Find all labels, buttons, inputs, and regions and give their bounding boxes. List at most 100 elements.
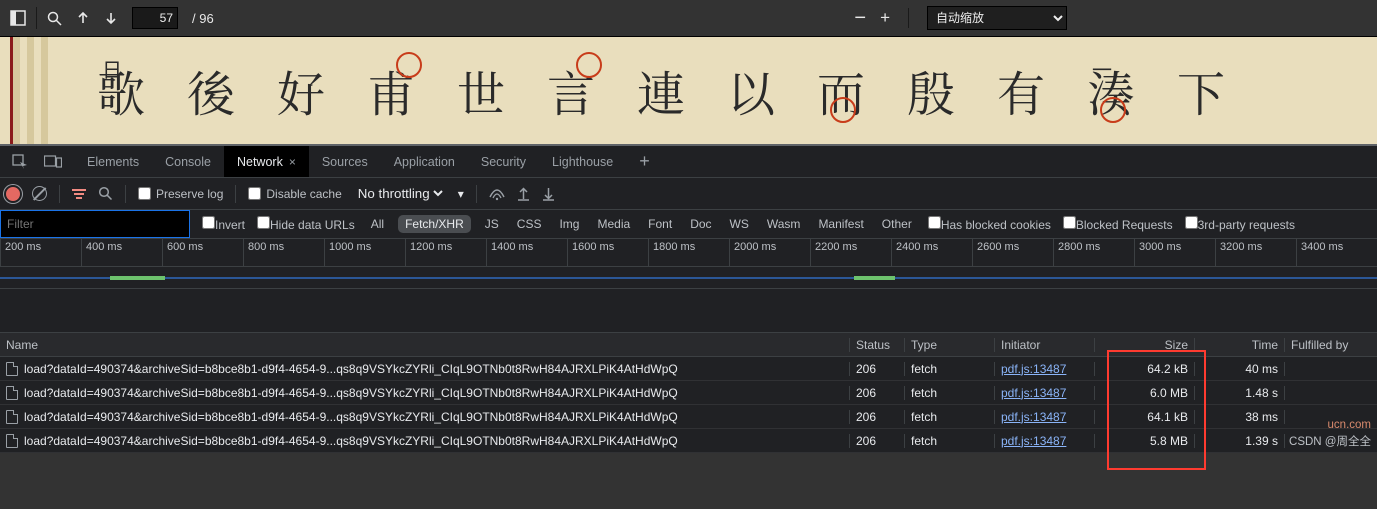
devtools-tabs: ElementsConsoleNetwork×SourcesApplicatio…: [0, 146, 1377, 178]
column-header[interactable]: Time: [1195, 338, 1285, 352]
filter-type-doc[interactable]: Doc: [686, 215, 715, 233]
table-row[interactable]: load?dataId=490374&archiveSid=b8bce8b1-d…: [0, 405, 1377, 429]
column-header[interactable]: Size: [1095, 338, 1195, 352]
tab-network[interactable]: Network×: [224, 146, 309, 177]
initiator-link[interactable]: pdf.js:13487: [1001, 410, 1066, 424]
filter-type-other[interactable]: Other: [878, 215, 916, 233]
network-table: NameStatusTypeInitiatorSizeTimeFulfilled…: [0, 333, 1377, 453]
cell-time: 38 ms: [1195, 410, 1285, 424]
ruler-tick: 600 ms: [162, 239, 243, 266]
tab-application[interactable]: Application: [381, 146, 468, 177]
device-toggle-icon[interactable]: [44, 155, 62, 169]
column-header[interactable]: Type: [905, 338, 995, 352]
filter-type-manifest[interactable]: Manifest: [814, 215, 867, 233]
calligraphy-char: 世: [436, 56, 526, 125]
ruler-tick: 2400 ms: [891, 239, 972, 266]
table-row[interactable]: load?dataId=490374&archiveSid=b8bce8b1-d…: [0, 357, 1377, 381]
prev-page-icon[interactable]: [76, 11, 90, 25]
ruler-tick: 1800 ms: [648, 239, 729, 266]
filter-type-js[interactable]: JS: [481, 215, 503, 233]
close-icon[interactable]: ×: [289, 155, 296, 169]
tab-sources[interactable]: Sources: [309, 146, 381, 177]
document-content[interactable]: 歌日後 好 甫 世 言 連 以 而 殷 有 湊一下: [0, 36, 1377, 144]
cell-type: fetch: [905, 434, 995, 448]
page-total: / 96: [192, 11, 214, 26]
calligraphy-char: 甫: [346, 56, 436, 125]
calligraphy-char: 好: [256, 56, 346, 125]
zoom-out-icon[interactable]: −: [854, 7, 866, 30]
zoom-in-icon[interactable]: +: [880, 8, 890, 28]
ruler-tick: 1600 ms: [567, 239, 648, 266]
parchment-border: [10, 37, 52, 144]
filter-type-fetchxhr[interactable]: Fetch/XHR: [398, 215, 471, 233]
preserve-log-checkbox[interactable]: Preserve log: [138, 187, 223, 201]
tab-elements[interactable]: Elements: [74, 146, 152, 177]
search-icon[interactable]: [47, 11, 62, 26]
clear-button[interactable]: [32, 186, 47, 201]
record-button[interactable]: [6, 187, 20, 201]
request-name: load?dataId=490374&archiveSid=b8bce8b1-d…: [24, 434, 678, 448]
tab-security[interactable]: Security: [468, 146, 539, 177]
sidebar-toggle-icon[interactable]: [10, 10, 26, 26]
cell-time: 40 ms: [1195, 362, 1285, 376]
throttling-select[interactable]: No throttling: [354, 185, 446, 202]
table-row[interactable]: load?dataId=490374&archiveSid=b8bce8b1-d…: [0, 429, 1377, 453]
column-header[interactable]: Status: [850, 338, 905, 352]
initiator-link[interactable]: pdf.js:13487: [1001, 386, 1066, 400]
initiator-link[interactable]: pdf.js:13487: [1001, 434, 1066, 448]
calligraphy-char: 後: [166, 56, 256, 125]
filter-type-wasm[interactable]: Wasm: [763, 215, 805, 233]
column-header[interactable]: Name: [0, 338, 850, 352]
file-icon: [6, 410, 18, 424]
cell-time: 1.39 s: [1195, 434, 1285, 448]
timeline-ruler[interactable]: 200 ms400 ms600 ms800 ms1000 ms1200 ms14…: [0, 239, 1377, 267]
watermark: ucn.com CSDN @周全全: [1289, 419, 1371, 449]
blocked-requests-checkbox[interactable]: Blocked Requests: [1063, 216, 1173, 232]
tab-console[interactable]: Console: [152, 146, 224, 177]
filter-type-img[interactable]: Img: [555, 215, 583, 233]
disable-cache-checkbox[interactable]: Disable cache: [248, 187, 341, 201]
column-header[interactable]: Initiator: [995, 338, 1095, 352]
cell-status: 206: [850, 434, 905, 448]
cell-size: 6.0 MB: [1095, 386, 1195, 400]
search-network-icon[interactable]: [98, 186, 113, 201]
request-name: load?dataId=490374&archiveSid=b8bce8b1-d…: [24, 386, 678, 400]
filter-type-ws[interactable]: WS: [726, 215, 753, 233]
calligraphy-char: 殷: [886, 56, 976, 125]
has-blocked-cookies-checkbox[interactable]: Has blocked cookies: [928, 216, 1051, 232]
cell-size: 64.2 kB: [1095, 362, 1195, 376]
calligraphy-char: 連: [616, 56, 706, 125]
import-har-icon[interactable]: [517, 186, 530, 201]
invert-checkbox[interactable]: Invert: [202, 216, 245, 232]
overview-bar: [854, 276, 895, 280]
filter-input[interactable]: [0, 210, 190, 238]
third-party-checkbox[interactable]: 3rd-party requests: [1185, 216, 1295, 232]
tab-lighthouse[interactable]: Lighthouse: [539, 146, 626, 177]
next-page-icon[interactable]: [104, 11, 118, 25]
initiator-link[interactable]: pdf.js:13487: [1001, 362, 1066, 376]
table-header[interactable]: NameStatusTypeInitiatorSizeTimeFulfilled…: [0, 333, 1377, 357]
column-header[interactable]: Fulfilled by: [1285, 338, 1377, 352]
page-number-input[interactable]: [132, 7, 178, 29]
timeline-overview[interactable]: [0, 267, 1377, 289]
inspect-icon[interactable]: [12, 154, 28, 170]
filter-type-all[interactable]: All: [367, 215, 388, 233]
cell-size: 5.8 MB: [1095, 434, 1195, 448]
add-tab-icon[interactable]: +: [626, 146, 663, 177]
filter-type-css[interactable]: CSS: [513, 215, 546, 233]
throttling-caret-icon[interactable]: ▾: [458, 187, 464, 201]
ruler-tick: 800 ms: [243, 239, 324, 266]
calligraphy-char: 有: [976, 56, 1066, 125]
ruler-tick: 3200 ms: [1215, 239, 1296, 266]
ruler-tick: 200 ms: [0, 239, 81, 266]
filter-toggle-icon[interactable]: [72, 187, 86, 201]
hide-data-urls-checkbox[interactable]: Hide data URLs: [257, 216, 355, 232]
network-conditions-icon[interactable]: [489, 187, 505, 201]
devtools-panel: ElementsConsoleNetwork×SourcesApplicatio…: [0, 144, 1377, 453]
filter-type-font[interactable]: Font: [644, 215, 676, 233]
table-row[interactable]: load?dataId=490374&archiveSid=b8bce8b1-d…: [0, 381, 1377, 405]
zoom-select[interactable]: 自动缩放: [927, 6, 1067, 30]
ruler-tick: 1400 ms: [486, 239, 567, 266]
export-har-icon[interactable]: [542, 186, 555, 201]
filter-type-media[interactable]: Media: [593, 215, 634, 233]
